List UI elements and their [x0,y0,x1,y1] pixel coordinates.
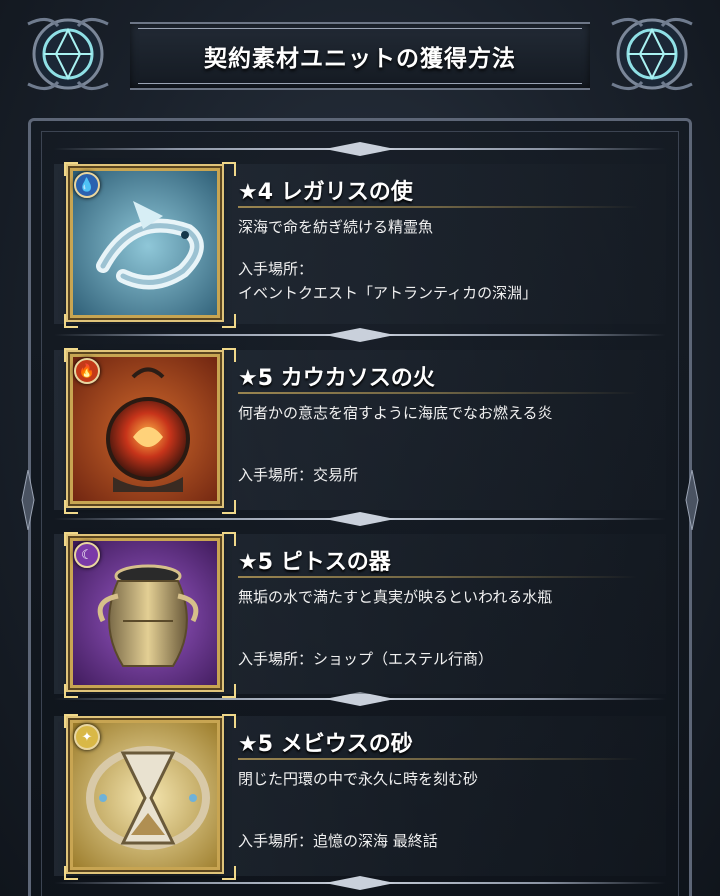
dark-element-icon: ☾ [74,542,100,568]
location-value: 入手場所：ショップ（エステル行商） [238,650,494,668]
material-item[interactable]: ☾ ★5 ピトスの器 無垢の水で満たすと真実が映るといわれる水瓶 入手場所：ショ… [54,528,666,700]
crest-emblem-icon [611,18,693,90]
title-bar: 契約素材ユニットの獲得方法 [130,22,590,90]
name-underline [238,576,638,578]
item-name: ★5 ピトスの器 [238,550,391,575]
location-value: 入手場所：交易所 [238,466,359,484]
location-label: 入手場所： [238,260,314,278]
item-description: 深海で命を紡ぎ続ける精霊魚 [238,218,434,236]
divider [54,142,666,156]
page-title: 契約素材ユニットの獲得方法 [204,46,516,72]
water-element-icon: 💧 [74,172,100,198]
divider-ornament-icon [325,142,395,156]
name-underline [238,392,638,394]
side-ornament-icon [685,470,699,530]
side-ornament-icon [21,470,35,530]
item-name: ★5 メビウスの砂 [238,732,413,757]
location-value: 入手場所：追憶の深海 最終話 [238,832,438,850]
material-item[interactable]: ✦ ★5 メビウスの砂 閉じた円環の中で永久に時を刻む砂 入手場所：追憶の深海 … [54,710,666,882]
divider [54,328,666,342]
item-name: ★4 レガリスの使 [238,180,413,205]
header: 契約素材ユニットの獲得方法 [0,0,720,110]
divider-ornament-icon [325,328,395,342]
item-description: 閉じた円環の中で永久に時を刻む砂 [238,770,479,788]
light-element-icon: ✦ [74,724,100,750]
item-description: 無垢の水で満たすと真実が映るといわれる水瓶 [238,588,553,606]
fire-element-icon: 🔥 [74,358,100,384]
crest-emblem-icon [27,18,109,90]
material-item[interactable]: 💧 ★4 レガリスの使 深海で命を紡ぎ続ける精霊魚 入手場所： イベントクエスト… [54,158,666,330]
name-underline [238,758,638,760]
location-value: イベントクエスト「アトランティカの深淵」 [238,284,538,302]
item-description: 何者かの意志を宿すように海底でなお燃える炎 [238,404,553,422]
item-name: ★5 カウカソスの火 [238,366,435,391]
name-underline [238,206,638,208]
material-item[interactable]: 🔥 ★5 カウカソスの火 何者かの意志を宿すように海底でなお燃える炎 入手場所：… [54,344,666,516]
